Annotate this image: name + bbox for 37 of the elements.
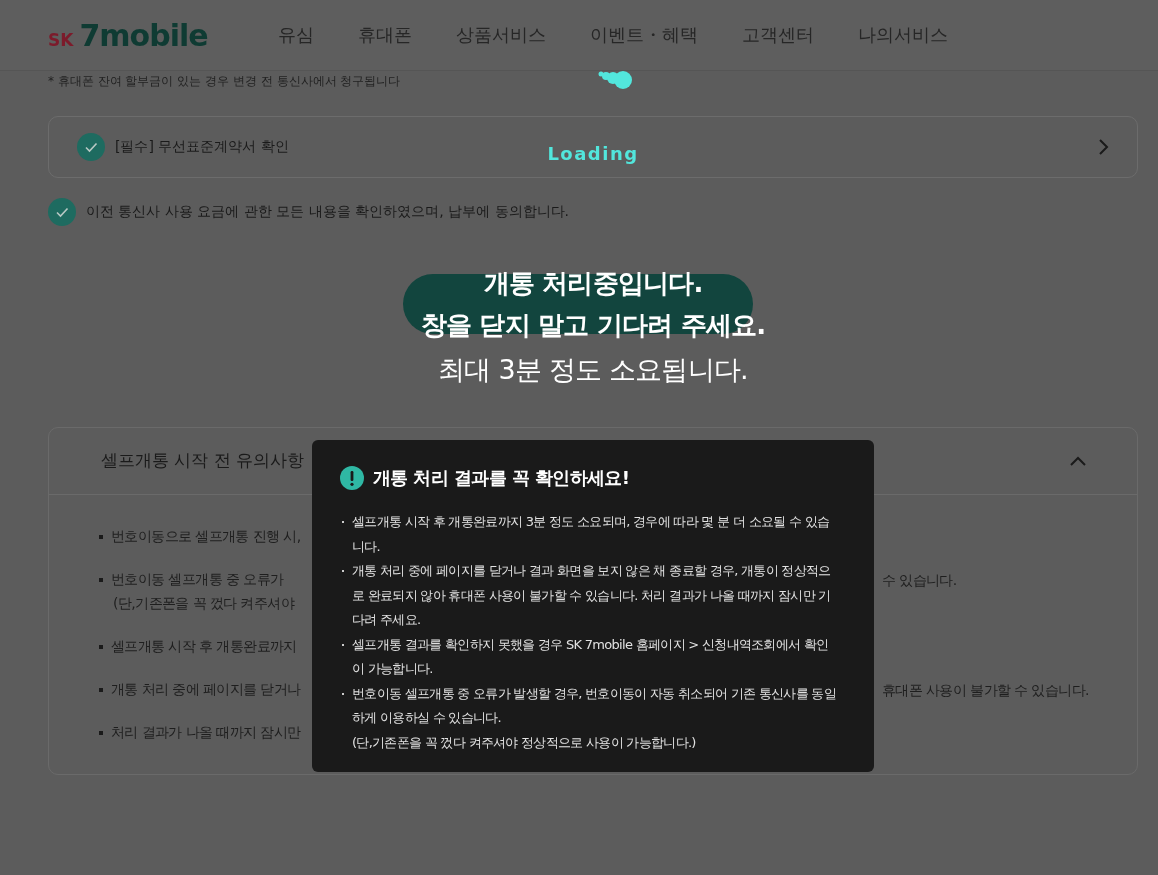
chevron-right-icon bbox=[1097, 138, 1109, 156]
result-notice-text: 개통 처리 중에 페이지를 닫거나 결과 화면을 보지 않은 채 종료할 경우, 개통이 정상적으로 완료되지 않아 휴대폰 사용이 불가할 수 있습니다. 처리 결과가 나올 때까지 잠시만 기다려 주세요. bbox=[352, 562, 832, 629]
status-subline: 최대 3분 정도 소요됩니다. bbox=[438, 353, 748, 387]
bullet-icon bbox=[99, 688, 103, 692]
caret-icon[interactable] bbox=[1069, 455, 1087, 467]
status-headline: 창을 닫지 말고 기다려 주세요. bbox=[420, 309, 766, 342]
result-notice-text: 번호이동 셀프개통 중 오류가 발생할 경우, 번호이동이 자동 취소되어 기존 통신사를 동일하게 이용하실 수 있습니다. bbox=[352, 684, 837, 727]
result-notice-text: 셀프개통 시작 후 개통완료까지 3분 정도 소요되며, 경우에 따라 몇 분 더 소요될 수 있습니다. bbox=[352, 513, 831, 556]
result-notice-title: 개통 처리 결과를 꼭 확인하세요! bbox=[373, 466, 630, 490]
bullet-icon bbox=[99, 645, 103, 649]
result-notice-text: 셀프개통 결과를 확인하지 못했을 경우 SK 7mobile 홈페이지 > 신청내역조회에서 확인이 가능합니다. bbox=[352, 635, 830, 678]
nav-link[interactable]: 나의서비스 bbox=[858, 23, 948, 47]
notice-text: 처리 결과가 나올 때까지 잠시만 bbox=[111, 724, 301, 742]
notice-text: 번호이동으로 셀프개통 진행 시, bbox=[111, 528, 301, 546]
nav-link[interactable]: 이벤트・혜택 bbox=[590, 23, 698, 47]
bullet-icon bbox=[99, 535, 103, 539]
notice-text: 번호이동 셀프개통 중 오류가 bbox=[111, 571, 284, 589]
nav-link[interactable]: 상품서비스 bbox=[456, 23, 546, 47]
nav-link[interactable]: 유심 bbox=[278, 23, 314, 47]
notice-title: 셀프개통 시작 전 유의사항 bbox=[101, 448, 305, 472]
result-notice-text: (단,기존폰을 꼭 껐다 켜주셔야 정상적으로 사용이 가능합니다.) bbox=[352, 733, 697, 752]
bullet-icon bbox=[99, 731, 103, 735]
status-headline: 개통 처리중입니다. bbox=[483, 267, 703, 300]
nav-link[interactable]: 휴대폰 bbox=[358, 23, 412, 47]
notice-text: 셀프개통 시작 후 개통완료까지 bbox=[111, 638, 297, 656]
loading-label: Loading bbox=[547, 143, 639, 164]
agreement-label: [필수] 무선표준계약서 확인 bbox=[115, 138, 289, 156]
checkbox[interactable] bbox=[77, 133, 105, 161]
notice-text: (단,기존폰을 꼭 껐다 켜주셔야 bbox=[113, 595, 295, 613]
consent-label: 이전 통신사 사용 요금에 관한 모든 내용을 확인하였으며, 납부에 동의합니다. bbox=[86, 203, 569, 221]
exclamation-icon bbox=[340, 466, 364, 490]
bullet-icon bbox=[99, 578, 103, 582]
checkbox[interactable] bbox=[48, 198, 76, 226]
logo-brand[interactable]: SK bbox=[48, 29, 74, 50]
logo-wordmark[interactable]: 7mobile bbox=[79, 17, 208, 53]
nav-link[interactable]: 고객센터 bbox=[742, 23, 814, 47]
notice-text: 개통 처리 중에 페이지를 닫거나 bbox=[111, 681, 301, 699]
